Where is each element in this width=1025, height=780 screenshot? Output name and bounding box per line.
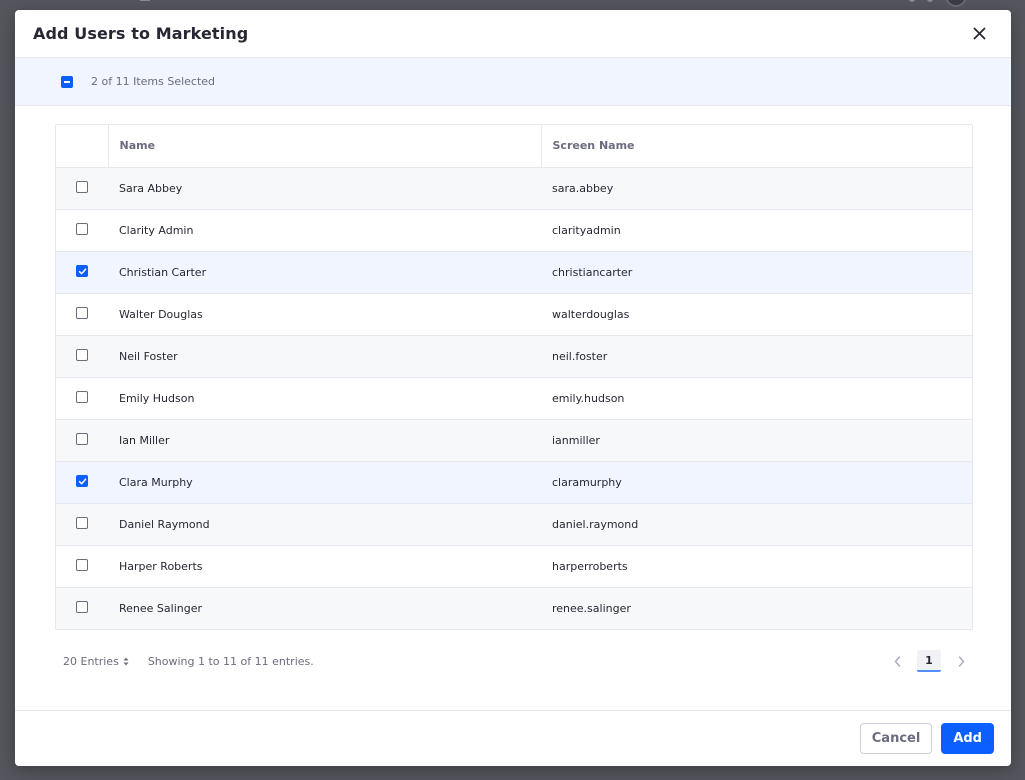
page-backdrop [0,0,1025,10]
modal-footer: Cancel Add [15,710,1011,766]
table-row[interactable]: Harper Roberts harperroberts [56,545,972,588]
column-header-name[interactable]: Name [108,125,542,168]
row-checkbox-cell [56,251,108,294]
table-row[interactable]: Renee Salinger renee.salinger [56,587,972,629]
add-button[interactable]: Add [941,723,994,754]
cell-name: Emily Hudson [108,377,541,420]
table-row[interactable]: Sara Abbey sara.abbey [56,167,972,210]
table-row[interactable]: Clara Murphy claramurphy [56,461,972,504]
next-page-button[interactable] [949,650,973,672]
row-checkbox[interactable] [76,432,88,445]
column-header-screen-name[interactable]: Screen Name [541,125,972,168]
background-breadcrumb-fragment [140,0,150,1]
row-checkbox-cell [56,167,108,210]
cell-screen-name: claramurphy [541,461,972,504]
row-checkbox-cell [56,377,108,420]
table-row[interactable]: Neil Foster neil.foster [56,335,972,378]
background-icon [927,0,933,2]
table-row[interactable]: Christian Carter christiancarter [56,251,972,294]
background-icon [909,0,915,2]
chevron-left-icon [894,655,900,667]
entries-label: 20 Entries [63,654,119,668]
row-checkbox-cell [56,503,108,546]
pager: 1 [885,650,973,672]
users-table: Name Screen Name Sara Abbey sara.abbey Cla… [55,124,973,630]
cell-name: Sara Abbey [108,167,541,210]
pagination-results-text: Showing 1 to 11 of 11 entries. [147,654,314,668]
table-body: Sara Abbey sara.abbey Clarity Admin clarity… [56,167,972,629]
table-header-row: Name Screen Name [56,125,972,168]
row-checkbox-cell [56,461,108,504]
cell-screen-name: neil.foster [541,335,972,378]
row-checkbox[interactable] [76,348,88,361]
row-checkbox[interactable] [76,306,88,319]
entries-per-page-select[interactable]: 20 Entries [63,655,129,668]
close-icon [973,27,985,40]
row-checkbox[interactable] [76,600,88,613]
table-row[interactable]: Clarity Admin clarityadmin [56,209,972,252]
check-icon [78,268,86,275]
sort-arrows-icon [123,657,129,665]
cell-screen-name: ianmiller [541,419,972,462]
cell-name: Ian Miller [108,419,541,462]
cell-screen-name: christiancarter [541,251,972,294]
modal-header: Add Users to Marketing [15,10,1011,58]
cell-name: Harper Roberts [108,545,541,588]
cell-name: Clarity Admin [108,209,541,252]
row-checkbox-cell [56,419,108,462]
selection-count: 2 of 11 Items Selected [91,75,216,88]
page-1-button[interactable]: 1 [917,650,941,672]
cell-name: Clara Murphy [108,461,541,504]
select-all-checkbox[interactable] [61,75,73,88]
table-row[interactable]: Ian Miller ianmiller [56,419,972,462]
cell-screen-name: daniel.raymond [541,503,972,546]
row-checkbox-cell [56,209,108,252]
row-checkbox-cell [56,587,108,629]
cell-name: Walter Douglas [108,293,541,336]
add-users-modal: Add Users to Marketing 2 of 11 Items Sel… [15,10,1011,766]
row-checkbox[interactable] [76,222,88,235]
row-checkbox[interactable] [76,516,88,529]
background-avatar [945,0,967,7]
cell-screen-name: renee.salinger [541,587,972,629]
row-checkbox-cell [56,335,108,378]
cell-screen-name: harperroberts [541,545,972,588]
row-checkbox[interactable] [76,265,88,278]
selection-bar: 2 of 11 Items Selected [15,58,1011,106]
table-row[interactable]: Walter Douglas walterdouglas [56,293,972,336]
cell-screen-name: emily.hudson [541,377,972,420]
close-button[interactable] [963,18,995,50]
background-header-icons [909,0,967,7]
row-checkbox[interactable] [76,180,88,193]
row-checkbox[interactable] [76,558,88,571]
table-row[interactable]: Daniel Raymond daniel.raymond [56,503,972,546]
cell-name: Neil Foster [108,335,541,378]
cell-screen-name: clarityadmin [541,209,972,252]
previous-page-button[interactable] [885,650,909,672]
minus-icon [64,80,70,83]
row-checkbox[interactable] [76,475,88,488]
row-checkbox[interactable] [76,390,88,403]
cell-name: Renee Salinger [108,587,541,629]
cancel-button[interactable]: Cancel [859,723,933,754]
chevron-right-icon [958,655,964,667]
check-icon [78,478,86,485]
modal-title: Add Users to Marketing [33,24,249,43]
pagination-bar: 20 Entries Showing 1 to 11 of 11 entries… [63,650,973,672]
cell-name: Daniel Raymond [108,503,541,546]
row-checkbox-cell [56,545,108,588]
header-checkbox-cell [56,125,109,168]
row-checkbox-cell [56,293,108,336]
cell-name: Christian Carter [108,251,541,294]
cell-screen-name: walterdouglas [541,293,972,336]
cell-screen-name: sara.abbey [541,167,972,210]
table-row[interactable]: Emily Hudson emily.hudson [56,377,972,420]
